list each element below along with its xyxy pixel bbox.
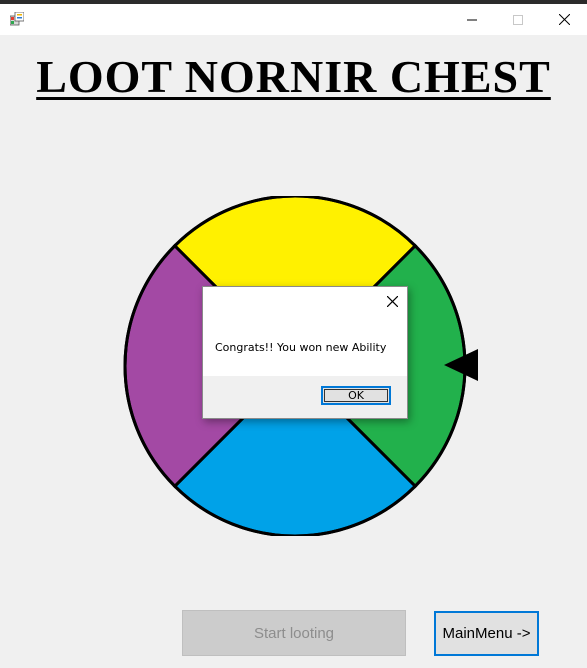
page-title-text: LOOT NORNIR CHEST bbox=[36, 51, 551, 102]
minimize-button[interactable] bbox=[449, 4, 495, 35]
main-menu-button[interactable]: MainMenu -> bbox=[434, 611, 539, 656]
close-icon bbox=[386, 295, 398, 307]
pointer-triangle-icon bbox=[444, 349, 478, 381]
maximize-icon bbox=[513, 14, 523, 25]
maximize-button[interactable] bbox=[495, 4, 541, 35]
dialog-message: Congrats!! You won new Ability bbox=[215, 341, 387, 354]
ok-button[interactable]: OK bbox=[321, 386, 391, 405]
ok-button-label: OK bbox=[324, 389, 388, 402]
start-looting-button[interactable]: Start looting bbox=[182, 610, 406, 656]
minimize-icon bbox=[467, 19, 477, 20]
page-title: LOOT NORNIR CHEST bbox=[0, 50, 587, 103]
app-window: LOOT NORNIR CHEST Congrats!! You won new… bbox=[0, 0, 587, 668]
window-close-button[interactable] bbox=[541, 4, 587, 35]
close-icon bbox=[558, 14, 570, 25]
dialog-footer: OK bbox=[203, 376, 407, 418]
dialog-close-button[interactable] bbox=[383, 292, 401, 310]
message-dialog: Congrats!! You won new Ability OK bbox=[202, 286, 408, 419]
title-bar[interactable] bbox=[0, 4, 587, 35]
app-icon bbox=[10, 12, 24, 26]
